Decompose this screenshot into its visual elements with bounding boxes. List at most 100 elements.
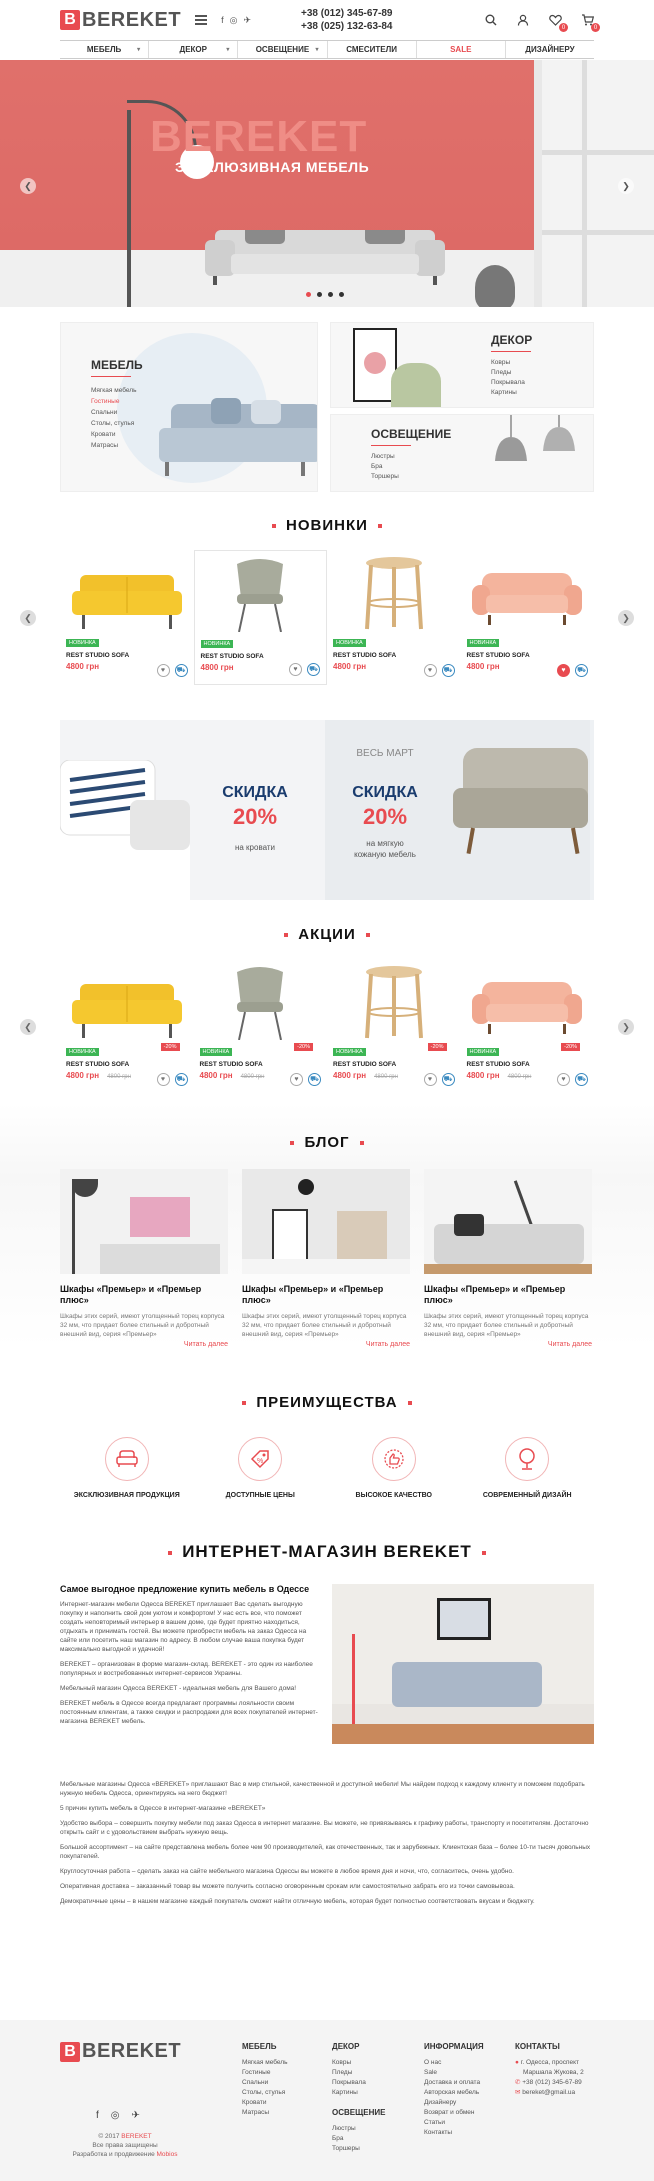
nav-item-sale[interactable]: Sale — [417, 41, 506, 58]
heart-icon[interactable]: ♥ — [290, 1073, 303, 1086]
cart-icon[interactable]: ⛟ — [441, 664, 455, 677]
blog-post-title[interactable]: Шкафы «Премьер» и «Премьер плюс» — [424, 1284, 592, 1306]
blog-post-title[interactable]: Шкафы «Премьер» и «Премьер плюс» — [60, 1284, 228, 1306]
wishlist-icon[interactable]: 0 — [548, 13, 568, 32]
footer-link[interactable]: Покрывала — [332, 2078, 366, 2088]
carousel-prev-button[interactable]: ❮ — [20, 1019, 36, 1035]
nav-item-furniture[interactable]: Мебель ▾ — [60, 41, 150, 58]
footer-link[interactable]: О нас — [424, 2058, 484, 2068]
slider-dot[interactable] — [306, 292, 311, 297]
footer-link[interactable]: Статьи — [424, 2118, 484, 2128]
product-name[interactable]: REST STUDIO SOFA — [66, 1061, 188, 1068]
product-name[interactable]: REST STUDIO SOFA — [333, 1061, 455, 1068]
nav-item-decor[interactable]: Декор ▾ — [149, 41, 239, 58]
footer-link[interactable]: Пледы — [332, 2068, 366, 2078]
instagram-icon[interactable]: ◎ — [111, 2110, 120, 2121]
footer-link[interactable]: Мягкая мебель — [242, 2058, 287, 2068]
product-card[interactable]: НОВИНКА REST STUDIO SOFA 4800 грн ♥ ⛟ — [461, 550, 595, 685]
category-lighting[interactable]: Освещение Люстры Бра Торшеры — [330, 414, 594, 492]
product-card[interactable]: НОВИНКА -20% REST STUDIO SOFA 4800 грн 4800 … — [194, 959, 328, 1094]
product-image[interactable] — [200, 965, 322, 1040]
cart-icon[interactable]: ⛟ — [307, 663, 320, 676]
read-more-link[interactable]: Читать далее — [60, 1341, 228, 1348]
carousel-prev-button[interactable]: ❮ — [20, 610, 36, 626]
category-link[interactable]: Картины — [491, 388, 532, 398]
footer-link[interactable]: Sale — [424, 2068, 484, 2078]
footer-link[interactable]: Торшеры — [332, 2144, 385, 2154]
product-card[interactable]: НОВИНКА -20% REST STUDIO SOFA 4800 грн 4800 … — [327, 959, 461, 1094]
footer-logo[interactable]: B BEREKET — [60, 2040, 181, 2063]
nav-item-lighting[interactable]: Освещение ▾ — [238, 41, 328, 58]
product-image[interactable] — [333, 556, 455, 631]
nav-item-designer[interactable]: Дизайнеру — [506, 41, 594, 58]
read-more-link[interactable]: Читать далее — [424, 1341, 592, 1348]
facebook-icon[interactable]: f — [96, 2110, 99, 2121]
heart-icon[interactable]: ♥ — [557, 1073, 570, 1086]
footer-link[interactable]: Спальни — [242, 2078, 287, 2088]
footer-link[interactable]: Гостиные — [242, 2068, 287, 2078]
dev-link[interactable]: Mobios — [157, 2151, 178, 2158]
slider-next-button[interactable]: ❯ — [618, 178, 634, 194]
category-link[interactable]: Спальни — [91, 407, 143, 418]
carousel-next-button[interactable]: ❯ — [618, 610, 634, 626]
carousel-next-button[interactable]: ❯ — [618, 1019, 634, 1035]
category-link[interactable]: Ковры — [491, 358, 532, 368]
footer-phone[interactable]: ✆ +38 (012) 345-67-89 — [515, 2078, 584, 2088]
phone-1[interactable]: +38 (012) 345-67-89 — [301, 7, 392, 20]
product-name[interactable]: REST STUDIO SOFA — [333, 652, 455, 659]
category-link[interactable]: Мягкая мебель — [91, 385, 143, 396]
slider-prev-button[interactable]: ❮ — [20, 178, 36, 194]
cart-icon[interactable]: ⛟ — [308, 1073, 321, 1086]
category-furniture[interactable]: Мебель Мягкая мебель Гостиные Спальни Ст… — [60, 322, 318, 492]
slider-dot[interactable] — [328, 292, 333, 297]
product-image[interactable] — [333, 965, 455, 1040]
cart-icon[interactable]: ⛟ — [174, 664, 188, 677]
heart-icon[interactable]: ♥ — [557, 664, 570, 677]
footer-link[interactable]: Дизайнеру — [424, 2098, 484, 2108]
cart-icon[interactable]: ⛟ — [174, 1073, 188, 1086]
category-link[interactable]: Торшеры — [371, 472, 451, 482]
heart-icon[interactable]: ♥ — [289, 663, 302, 676]
product-name[interactable]: REST STUDIO SOFA — [201, 653, 321, 660]
instagram-icon[interactable]: ◎ — [230, 15, 238, 26]
heart-icon[interactable]: ♥ — [423, 1073, 437, 1086]
read-more-link[interactable]: Читать далее — [242, 1341, 410, 1348]
footer-link[interactable]: Картины — [332, 2088, 366, 2098]
blog-post[interactable]: Шкафы «Премьер» и «Премьер плюс» Шкафы э… — [60, 1169, 228, 1348]
footer-link[interactable]: Доставка и оплата — [424, 2078, 484, 2088]
footer-link[interactable]: Люстры — [332, 2124, 385, 2134]
facebook-icon[interactable]: f — [221, 15, 224, 26]
product-card[interactable]: НОВИНКА REST STUDIO SOFA 4800 грн ♥ ⛟ — [60, 550, 194, 685]
category-link[interactable]: Пледы — [491, 368, 532, 378]
user-icon[interactable] — [516, 13, 530, 27]
product-image[interactable] — [66, 556, 188, 631]
product-image[interactable] — [66, 965, 188, 1040]
category-link[interactable]: Матрасы — [91, 440, 143, 451]
footer-link[interactable]: Возврат и обмен — [424, 2108, 484, 2118]
footer-link[interactable]: Кровати — [242, 2098, 287, 2108]
product-name[interactable]: REST STUDIO SOFA — [200, 1061, 322, 1068]
category-link[interactable]: Гостиные — [91, 396, 143, 407]
footer-email[interactable]: ✉ bereket@gmail.ua — [515, 2088, 584, 2098]
category-link[interactable]: Покрывала — [491, 378, 532, 388]
footer-link[interactable]: Столы, стулья — [242, 2088, 287, 2098]
promo-banner[interactable]: СКИДКА 20% на кровати ВЕСЬ МАРТ СКИДКА 2… — [60, 720, 594, 900]
telegram-icon[interactable]: ✈ — [243, 15, 251, 26]
product-name[interactable]: REST STUDIO SOFA — [467, 652, 589, 659]
phone-2[interactable]: +38 (025) 132-63-84 — [301, 20, 392, 33]
cart-icon[interactable]: ⛟ — [575, 1073, 588, 1086]
menu-icon[interactable] — [195, 15, 208, 25]
search-icon[interactable] — [484, 13, 498, 27]
product-card[interactable]: НОВИНКА -20% REST STUDIO SOFA 4800 грн 4800 … — [60, 959, 194, 1094]
heart-icon[interactable]: ♥ — [156, 1073, 170, 1086]
product-name[interactable]: REST STUDIO SOFA — [467, 1061, 589, 1068]
product-image[interactable] — [201, 557, 321, 632]
heart-icon[interactable]: ♥ — [423, 664, 437, 677]
blog-post[interactable]: Шкафы «Премьер» и «Премьер плюс» Шкафы э… — [424, 1169, 592, 1348]
cart-icon[interactable]: ⛟ — [441, 1073, 455, 1086]
product-card[interactable]: НОВИНКА REST STUDIO SOFA 4800 грн ♥ ⛟ — [193, 550, 327, 685]
cart-icon[interactable]: 0 — [580, 13, 600, 32]
product-name[interactable]: REST STUDIO SOFA — [66, 652, 188, 659]
category-link[interactable]: Кровати — [91, 429, 143, 440]
footer-link[interactable]: Авторская мебель — [424, 2088, 484, 2098]
